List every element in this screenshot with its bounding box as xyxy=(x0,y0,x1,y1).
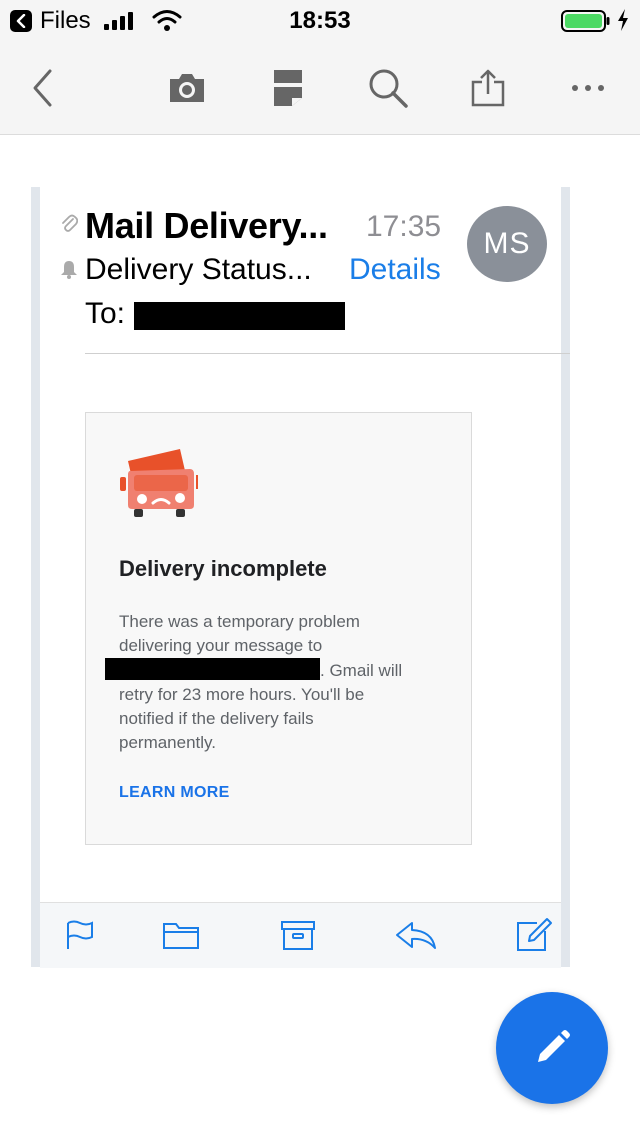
reply-icon[interactable] xyxy=(394,915,438,955)
share-icon[interactable] xyxy=(464,64,512,112)
sender-name: Mail Delivery... xyxy=(85,205,328,246)
folder-icon[interactable] xyxy=(159,915,203,955)
bell-icon xyxy=(60,259,78,284)
message-time: 17:35 xyxy=(366,210,442,243)
notice-line: retry for 23 more hours. You'll be xyxy=(119,685,365,704)
learn-more-link[interactable]: LEARN MORE xyxy=(119,784,230,802)
avatar: MS xyxy=(467,206,547,282)
header-divider xyxy=(85,353,570,354)
back-chevron-icon xyxy=(10,10,32,32)
notice-line: delivering your message to xyxy=(119,636,323,655)
subject: Delivery Status... xyxy=(85,253,312,286)
truck-icon xyxy=(118,441,198,524)
message-card: Mail Delivery... 17:35 MS Delivery Statu… xyxy=(31,187,570,968)
redacted-address xyxy=(105,658,320,680)
wifi-icon xyxy=(152,8,182,37)
notice-line: There was a temporary problem xyxy=(119,612,360,631)
more-icon[interactable] xyxy=(564,64,612,112)
compose-icon[interactable] xyxy=(512,915,556,955)
details-link[interactable]: Details xyxy=(349,251,441,289)
camera-icon[interactable] xyxy=(163,64,211,112)
top-toolbar xyxy=(0,40,640,135)
message-action-bar xyxy=(40,902,561,968)
pencil-icon xyxy=(538,1030,570,1062)
battery-icon xyxy=(561,9,611,38)
signal-icon xyxy=(104,12,133,30)
status-time: 18:53 xyxy=(289,7,351,34)
notice-line: permanently. xyxy=(119,733,217,752)
notice-title: Delivery incomplete xyxy=(119,556,327,581)
status-bar: Files 18:53 xyxy=(0,0,640,40)
flag-icon[interactable] xyxy=(58,915,102,955)
attachment-icon xyxy=(60,213,79,240)
delivery-notice: Delivery incomplete There was a temporar… xyxy=(85,412,472,845)
archive-icon[interactable] xyxy=(276,915,320,955)
redacted-recipient xyxy=(134,302,345,330)
search-icon[interactable] xyxy=(364,64,412,112)
back-icon[interactable] xyxy=(18,64,66,112)
back-to-app-button[interactable]: Files xyxy=(10,8,91,34)
notice-line-tail: . Gmail will xyxy=(320,661,403,680)
to-label: To: xyxy=(85,297,126,330)
compose-fab[interactable] xyxy=(496,992,608,1104)
notice-line: notified if the delivery fails xyxy=(119,709,314,728)
document-icon[interactable] xyxy=(264,64,312,112)
notice-body: There was a temporary problem delivering… xyxy=(105,610,449,755)
back-app-label: Files xyxy=(40,7,91,34)
notice-line: . Gmail will xyxy=(105,658,449,683)
charging-icon xyxy=(616,8,630,37)
